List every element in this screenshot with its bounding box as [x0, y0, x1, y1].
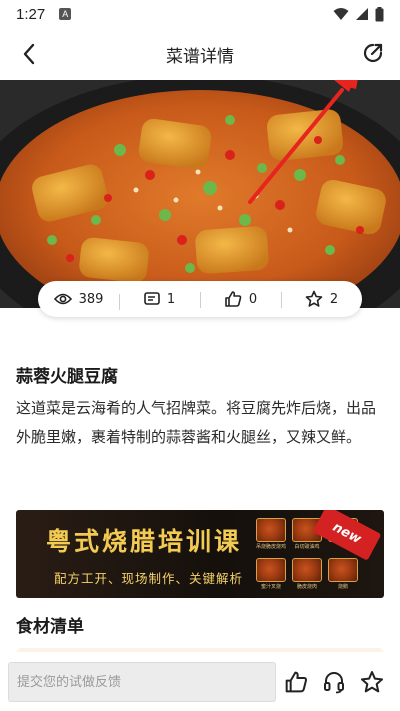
bottom-action-bar — [0, 652, 400, 711]
banner-dish-label: 白切豉油鸡 — [294, 544, 320, 550]
food-photo — [0, 80, 400, 308]
stat-comments[interactable]: 1 — [119, 291, 200, 310]
banner-dish-image — [328, 558, 358, 582]
star-icon — [305, 290, 323, 307]
headset-icon — [324, 672, 344, 694]
recipe-title: 蒜蓉火腿豆腐 — [16, 367, 118, 387]
stats-bar: 389 1 0 2 — [38, 281, 362, 317]
page-title: 菜谱详情 — [166, 46, 234, 67]
eye-icon — [53, 293, 72, 305]
banner-dish-image — [256, 558, 286, 582]
status-icons — [333, 6, 384, 22]
favorites-count: 2 — [329, 291, 339, 307]
back-button[interactable] — [14, 40, 44, 68]
banner-dish-label: 蜜汁叉烧 — [260, 584, 281, 590]
favorite-button[interactable] — [359, 669, 385, 695]
thumbs-up-icon — [285, 671, 307, 693]
star-icon — [361, 671, 383, 693]
ingredients-title: 食材清单 — [16, 617, 84, 637]
stat-views: 389 — [38, 292, 119, 307]
notification-icon: A — [59, 8, 72, 20]
recipe-hero-image — [0, 80, 400, 308]
banner-dish-label: 脆皮烧肉 — [296, 584, 317, 590]
comments-count: 1 — [166, 291, 176, 307]
share-icon — [363, 43, 383, 63]
share-button[interactable] — [358, 38, 388, 68]
status-time: 1:27 — [16, 5, 46, 23]
chevron-left-icon — [23, 43, 35, 65]
recipe-description: 这道菜是云海肴的人气招牌菜。将豆腐先炸后烧，出品外脆里嫩，裹着特制的蒜蓉酱和火腿… — [16, 399, 377, 446]
thumbs-up-icon — [225, 291, 242, 307]
comment-icon — [144, 291, 160, 305]
banner-dish-label: 吊烧脆皮烧鸡 — [255, 544, 286, 550]
support-button[interactable] — [321, 669, 347, 695]
battery-icon — [375, 6, 384, 21]
banner-dish-label: 烧鹅 — [337, 584, 348, 590]
stat-favorites[interactable]: 2 — [281, 290, 362, 308]
feedback-input[interactable] — [8, 662, 276, 702]
promo-banner[interactable]: 粤式烧腊培训课 配方工开、现场制作、关键解析 吊烧脆皮烧鸡 白切豉油鸡 蜜汁叉烧… — [16, 510, 384, 598]
banner-title: 粤式烧腊培训课 — [46, 527, 243, 556]
new-badge: new — [312, 510, 382, 561]
nav-bar: 菜谱详情 — [0, 28, 400, 80]
banner-dish-image — [256, 518, 286, 542]
signal-icon — [356, 8, 368, 20]
status-bar: 1:27 A — [0, 0, 400, 28]
banner-dish-image — [292, 558, 322, 582]
wifi-icon — [333, 8, 349, 20]
stat-likes[interactable]: 0 — [200, 290, 281, 308]
like-button[interactable] — [283, 669, 309, 695]
likes-count: 0 — [248, 291, 258, 307]
banner-subtitle: 配方工开、现场制作、关键解析 — [54, 571, 244, 586]
views-count: 389 — [78, 291, 104, 307]
